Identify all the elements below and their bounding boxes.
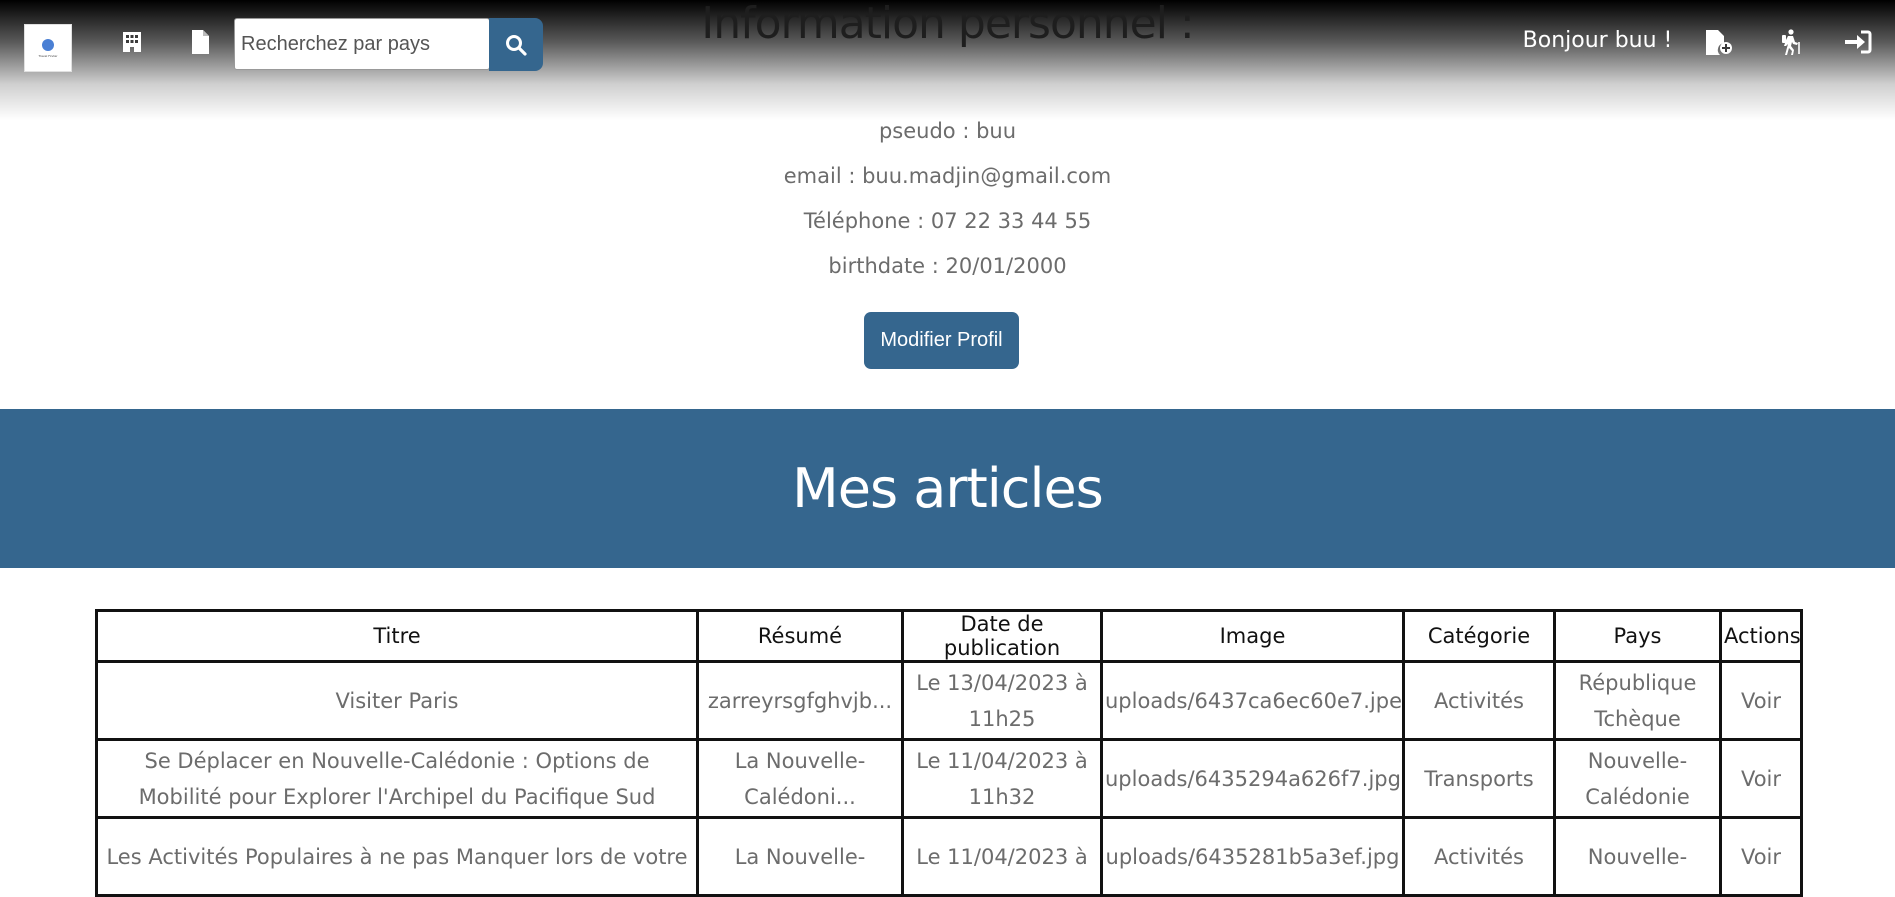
articles-table: Titre Résumé Date de publication Image C… bbox=[95, 609, 1803, 897]
telephone-text: Téléphone : 07 22 33 44 55 bbox=[803, 209, 1092, 233]
cell-date: Le 11/04/2023 à bbox=[901, 816, 1103, 897]
cell-categorie: Activités bbox=[1402, 816, 1556, 897]
birthdate-text: birthdate : 20/01/2000 bbox=[828, 254, 1067, 278]
table-row: Les Activités Populaires à ne pas Manque… bbox=[95, 816, 1803, 897]
page-title: Information personnel : bbox=[701, 0, 1195, 49]
cell-resume: zarreyrsgfghvjb... bbox=[696, 660, 904, 741]
cell-pays: Nouvelle-Calédonie bbox=[1553, 738, 1722, 819]
cell-date: Le 11/04/2023 à 11h32 bbox=[901, 738, 1103, 819]
column-header-date: Date de publication bbox=[901, 609, 1103, 663]
column-header-categorie: Catégorie bbox=[1402, 609, 1556, 663]
view-article-link[interactable]: Voir bbox=[1719, 660, 1803, 741]
table-header-row: Titre Résumé Date de publication Image C… bbox=[95, 609, 1803, 663]
view-article-link[interactable]: Voir bbox=[1719, 816, 1803, 897]
cell-image: uploads/6435294a626f7.jpg bbox=[1100, 738, 1405, 819]
cell-resume: La Nouvelle- bbox=[696, 816, 904, 897]
email-text: email : buu.madjin@gmail.com bbox=[783, 164, 1112, 188]
cell-categorie: Activités bbox=[1402, 660, 1556, 741]
edit-profile-button[interactable]: Modifier Profil bbox=[864, 312, 1019, 369]
cell-categorie: Transports bbox=[1402, 738, 1556, 819]
column-header-resume: Résumé bbox=[696, 609, 904, 663]
column-header-pays: Pays bbox=[1553, 609, 1722, 663]
cell-image: uploads/6437ca6ec60e7.jpeg bbox=[1100, 660, 1405, 741]
table-row: Visiter Paris zarreyrsgfghvjb... Le 13/0… bbox=[95, 660, 1803, 741]
cell-titre: Se Déplacer en Nouvelle-Calédonie : Opti… bbox=[95, 738, 699, 819]
cell-pays: Nouvelle- bbox=[1553, 816, 1722, 897]
column-header-actions: Actions bbox=[1719, 609, 1803, 663]
column-header-titre: Titre bbox=[95, 609, 699, 663]
cell-image: uploads/6435281b5a3ef.jpg bbox=[1100, 816, 1405, 897]
cell-pays: République Tchèque bbox=[1553, 660, 1722, 741]
articles-banner: Mes articles bbox=[0, 409, 1895, 568]
cell-titre: Visiter Paris bbox=[95, 660, 699, 741]
articles-heading: Mes articles bbox=[792, 457, 1104, 520]
table-row: Se Déplacer en Nouvelle-Calédonie : Opti… bbox=[95, 738, 1803, 819]
logo-text: Travel Finder bbox=[38, 53, 58, 58]
cell-date: Le 13/04/2023 à 11h25 bbox=[901, 660, 1103, 741]
column-header-image: Image bbox=[1100, 609, 1405, 663]
cell-resume: La Nouvelle-Calédoni... bbox=[696, 738, 904, 819]
profile-info: pseudo : buu email : buu.madjin@gmail.co… bbox=[0, 113, 1895, 293]
cell-titre: Les Activités Populaires à ne pas Manque… bbox=[95, 816, 699, 897]
view-article-link[interactable]: Voir bbox=[1719, 738, 1803, 819]
